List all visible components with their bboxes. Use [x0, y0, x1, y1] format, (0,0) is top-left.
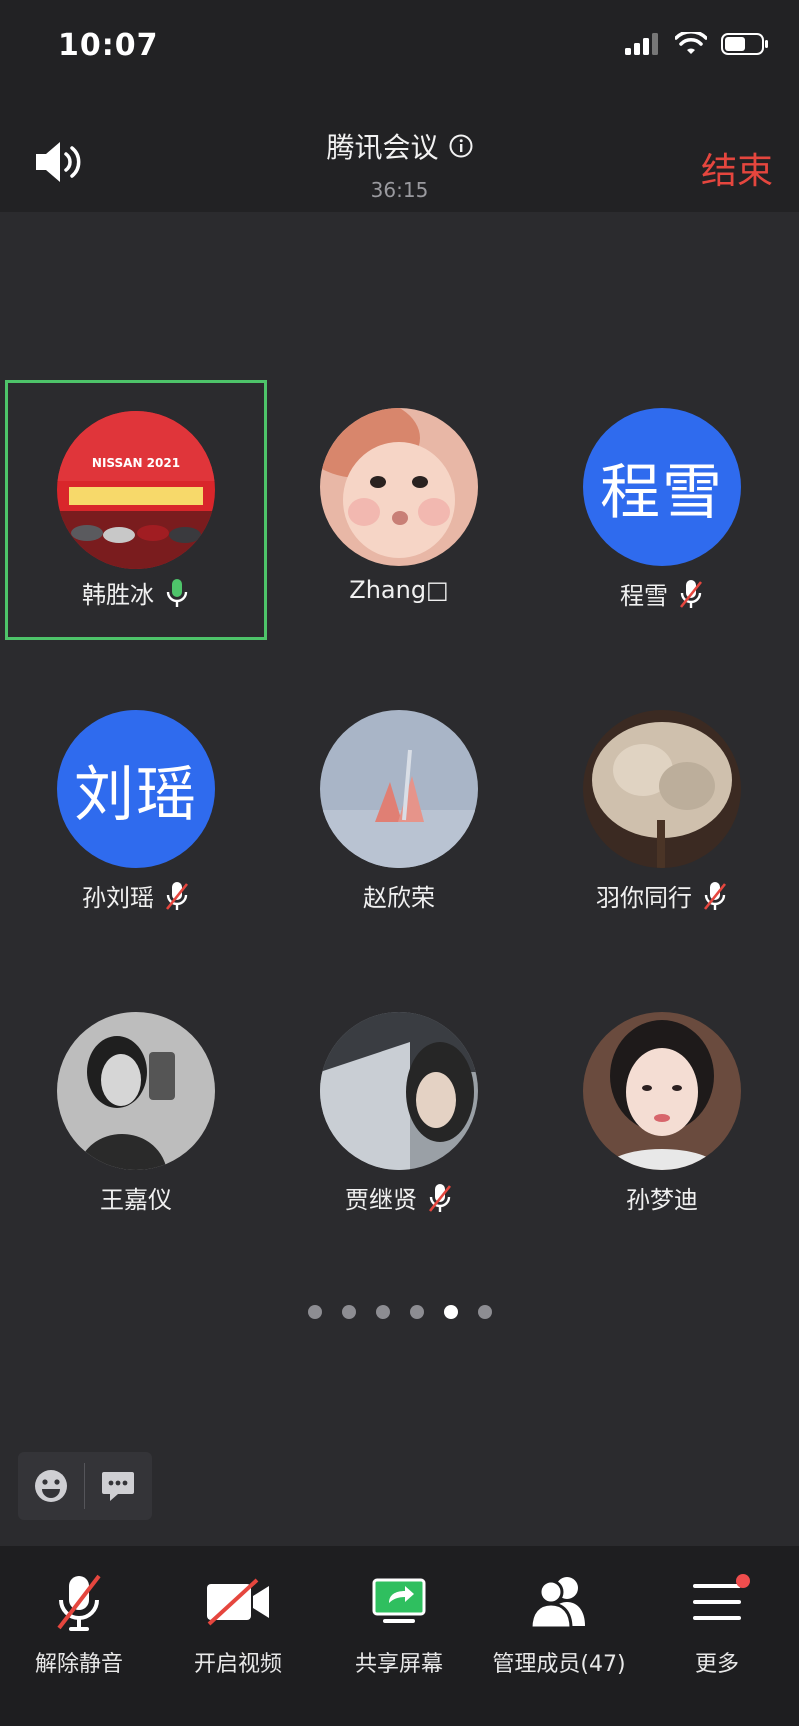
- manage-members-label: 管理成员(47): [492, 1652, 626, 1677]
- participant-name: 孙梦迪: [626, 1186, 698, 1214]
- participant-tile[interactable]: Zhang□: [268, 380, 530, 640]
- status-time: 10:07: [58, 28, 159, 63]
- meeting-title-text: 腾讯会议: [326, 131, 439, 164]
- participant-name: 程雪: [620, 582, 668, 610]
- participant-name-row: 韩胜冰: [8, 575, 264, 610]
- start-video-label: 开启视频: [193, 1652, 282, 1677]
- chat-icon: [102, 1472, 134, 1501]
- mic-muted-icon: [57, 1574, 101, 1631]
- avatar-text: 刘瑶: [57, 710, 215, 868]
- menu-icon: [693, 1584, 741, 1620]
- end-meeting-button[interactable]: 结束: [701, 142, 773, 194]
- info-icon[interactable]: [449, 134, 473, 158]
- unmute-label: 解除静音: [34, 1652, 123, 1677]
- chat-button[interactable]: [85, 1452, 151, 1520]
- status-icons: [625, 32, 769, 56]
- meeting-title[interactable]: 腾讯会议: [326, 126, 472, 166]
- battery-icon: [721, 33, 768, 55]
- participant-name: Zhang□: [349, 576, 449, 604]
- participant-tile[interactable]: 王嘉仪: [5, 984, 267, 1244]
- avatar: NISSAN 2021: [57, 411, 215, 569]
- avatar: [320, 710, 478, 868]
- avatar: [57, 1012, 215, 1170]
- participant-name: 赵欣荣: [363, 884, 435, 912]
- share-screen-icon: [372, 1578, 426, 1623]
- avatar: [320, 1012, 478, 1170]
- share-screen-label: 共享屏幕: [354, 1652, 443, 1677]
- status-bar: 10:07: [0, 0, 799, 100]
- mic-muted-icon: [428, 1183, 452, 1212]
- more-button[interactable]: 更多: [642, 1566, 792, 1696]
- participant-name: 贾继贤: [345, 1186, 417, 1214]
- participant-tile-active[interactable]: NISSAN 2021 韩胜冰: [5, 380, 267, 640]
- participant-tile[interactable]: 孙梦迪: [531, 984, 793, 1244]
- mic-muted-icon: [679, 579, 703, 608]
- unmute-button[interactable]: 解除静音: [4, 1566, 154, 1696]
- participant-tile[interactable]: 赵欣荣: [268, 682, 530, 942]
- notification-badge: [736, 1574, 750, 1588]
- participant-name-row: 赵欣荣: [268, 878, 530, 913]
- participant-name: 王嘉仪: [100, 1186, 172, 1214]
- svg-text:NISSAN 2021: NISSAN 2021: [92, 456, 180, 470]
- page-dot[interactable]: [409, 1305, 424, 1319]
- avatar: [583, 1012, 741, 1170]
- more-label: 更多: [694, 1652, 739, 1677]
- avatar-text: 程雪: [583, 408, 741, 566]
- meeting-timer: 36:15: [370, 178, 429, 202]
- participant-name-row: 羽你同行: [531, 878, 793, 913]
- participant-name: 韩胜冰: [82, 581, 154, 609]
- manage-members-button[interactable]: 管理成员(47): [483, 1566, 635, 1696]
- page-dot[interactable]: [477, 1305, 492, 1319]
- page-dot[interactable]: [375, 1305, 390, 1319]
- signal-icon: [625, 33, 658, 55]
- participant-name: 羽你同行: [596, 884, 692, 912]
- page-indicator: [0, 1305, 799, 1319]
- participant-name-row: 孙刘瑶: [5, 878, 267, 913]
- start-video-button[interactable]: 开启视频: [163, 1566, 313, 1696]
- title-wrap: 腾讯会议 36:15: [0, 126, 799, 202]
- participant-tile[interactable]: 贾继贤: [268, 984, 530, 1244]
- participant-name-row: 贾继贤: [268, 1180, 530, 1215]
- page-dot-active[interactable]: [443, 1305, 458, 1319]
- participant-name: 孙刘瑶: [82, 884, 154, 912]
- participant-name-row: Zhang□: [268, 576, 530, 604]
- avatar: [320, 408, 478, 566]
- mic-muted-icon: [165, 881, 189, 910]
- page-dot[interactable]: [341, 1305, 356, 1319]
- avatar: [583, 710, 741, 868]
- share-screen-button[interactable]: 共享屏幕: [324, 1566, 474, 1696]
- participant-name-row: 王嘉仪: [5, 1180, 267, 1215]
- members-icon: [529, 1577, 585, 1630]
- emoji-icon: [35, 1470, 67, 1502]
- quick-actions: [18, 1452, 152, 1520]
- emoji-button[interactable]: [18, 1452, 84, 1520]
- participant-tile[interactable]: 羽你同行: [531, 682, 793, 942]
- mic-muted-icon: [703, 881, 727, 910]
- video-off-icon: [207, 1578, 269, 1626]
- participant-name-row: 程雪: [531, 576, 793, 611]
- wifi-icon: [675, 32, 707, 54]
- participant-tile[interactable]: 刘瑶 孙刘瑶: [5, 682, 267, 942]
- participant-tile[interactable]: 程雪 程雪: [531, 380, 793, 640]
- page-dot[interactable]: [307, 1305, 322, 1319]
- bottom-toolbar: 解除静音 开启视频 共享屏幕 管理成员(47) 更多: [0, 1546, 799, 1726]
- meeting-header: 腾讯会议 36:15 结束: [0, 100, 799, 212]
- participant-name-row: 孙梦迪: [531, 1180, 793, 1215]
- mic-icon: [166, 578, 188, 607]
